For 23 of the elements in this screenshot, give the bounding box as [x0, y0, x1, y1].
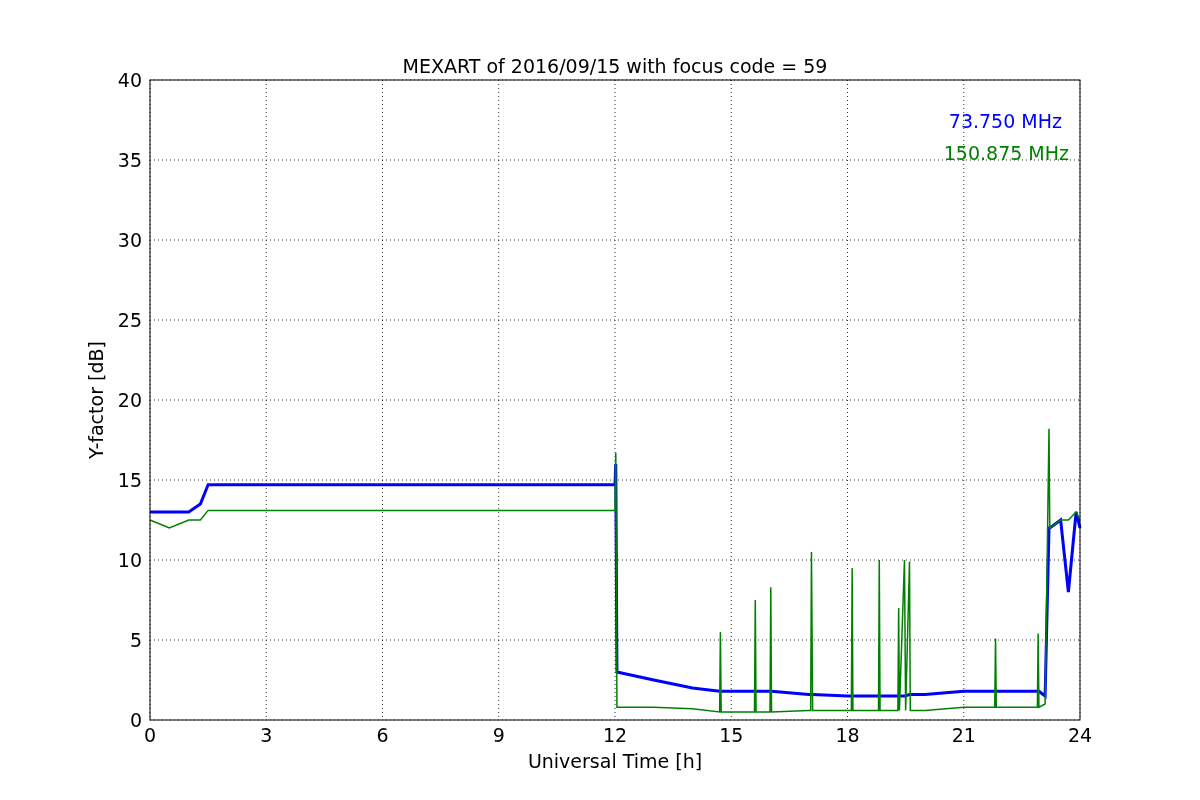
x-tick-label: 9 — [492, 724, 505, 746]
y-tick-label: 25 — [117, 309, 142, 331]
legend-label: 150.875 MHz — [943, 142, 1069, 164]
y-tick-label: 5 — [129, 629, 142, 651]
x-axis-label: Universal Time [h] — [527, 750, 703, 772]
x-tick-label: 21 — [951, 724, 976, 746]
x-tick-label: 3 — [260, 724, 273, 746]
y-tick-label: 30 — [117, 229, 142, 251]
x-tick-label: 0 — [143, 724, 157, 746]
y-tick-label: 15 — [117, 469, 142, 491]
x-tick-label: 24 — [1067, 724, 1093, 746]
x-tick-label: 6 — [376, 724, 389, 746]
y-tick-label: 10 — [117, 549, 142, 571]
y-axis-label: Y-factor [dB] — [85, 341, 107, 459]
x-tick-label: 18 — [835, 724, 860, 746]
y-tick-label: 0 — [129, 709, 142, 731]
chart-title: MEXART of 2016/09/15 with focus code = 59 — [402, 55, 828, 77]
x-tick-label: 15 — [719, 724, 744, 746]
y-tick-label: 20 — [117, 389, 142, 411]
y-tick-label: 35 — [117, 149, 142, 171]
x-tick-label: 12 — [602, 724, 628, 746]
legend-label: 73.750 MHz — [948, 110, 1062, 132]
y-tick-label: 40 — [117, 69, 142, 91]
